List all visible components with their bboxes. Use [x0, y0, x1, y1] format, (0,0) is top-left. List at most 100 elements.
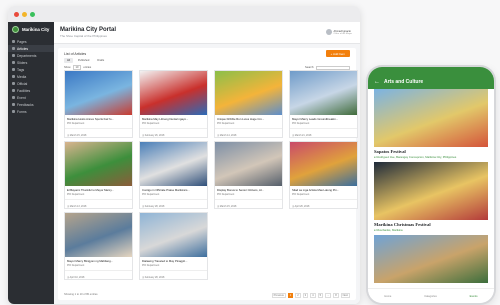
articles-panel: List of Articles + Add Item All Published… [58, 48, 358, 300]
page-subtitle: The Shoe Capital of the Philippines [60, 34, 107, 38]
article-department: PIO Department [292, 193, 310, 196]
article-card[interactable]: Dialawng Traveled to May Pinagpit... PIO … [139, 212, 208, 280]
sidebar-item-label: Official [17, 81, 28, 86]
user-menu[interactable]: Ahmad Ignacio Office of the Mayor [325, 29, 352, 35]
page-button[interactable]: 4 [310, 293, 316, 298]
article-card[interactable]: Marikina Hosts Annex Sports Fair fo... PI… [64, 70, 133, 138]
page-button[interactable]: 8 [333, 293, 339, 298]
article-photo [140, 213, 207, 257]
article-department: PIO Department [67, 264, 85, 267]
article-photo [65, 142, 132, 186]
sidebar-item-label: Sliders [17, 60, 28, 65]
sidebar-item-label: Event [17, 95, 26, 100]
article-date: ◷ March 14, 2018 [215, 128, 282, 137]
article-card[interactable]: Contigo in Officiale Praise Marikina's..… [139, 141, 208, 209]
article-photo [290, 71, 357, 115]
nav-item-icon [12, 54, 15, 57]
event-photo [374, 162, 488, 220]
sidebar-item-event[interactable]: Event [8, 94, 54, 101]
event-title[interactable]: Marikina Christmas Festival [368, 220, 494, 227]
browser-titlebar [8, 6, 360, 22]
sidebar-item-label: Feedbacks [17, 102, 34, 107]
nav-item-icon [12, 40, 15, 43]
articles-grid: Marikina Hosts Annex Sports Fair fo... PI… [64, 70, 360, 280]
topbar: Marikina City Portal The Shoe Capital of… [54, 22, 360, 44]
brand[interactable]: Marikina City [8, 26, 54, 38]
page-button[interactable]: 3 [302, 293, 309, 298]
sidebar-item-pages[interactable]: Pages [8, 38, 54, 45]
article-photo [65, 213, 132, 257]
sidebar-item-forms[interactable]: Forms [8, 108, 54, 115]
article-card[interactable]: Mayor Marcy Leads Groundbreakin... PIO De… [289, 70, 358, 138]
nav-item-icon [12, 47, 15, 50]
article-card[interactable]: Mayor Marcy Binigyan ng Mabilang... PIO D… [64, 212, 133, 280]
phone-event-item[interactable]: Marikina Christmas Festival ● Riverbanks,… [368, 162, 494, 235]
phone-nav-home[interactable]: Home [384, 295, 391, 298]
screenshot-stage: Marikina City Pages Articles Departments Sl… [0, 0, 500, 305]
article-card[interactable]: El Bayanic Thankful to Mayor Marcy... PIO… [64, 141, 133, 209]
page-button[interactable]: 5 [317, 293, 324, 298]
event-title[interactable]: Sapatos Festival [368, 147, 494, 154]
phone-title: Arts and Culture [384, 79, 424, 85]
page-title: Marikina City Portal [60, 27, 117, 33]
nav-item-icon [12, 96, 15, 99]
sidebar-item-tags[interactable]: Tags [8, 66, 54, 73]
phone-bottom-nav: Home Categories Events [368, 288, 494, 303]
article-date: ◷ March 21, 2018 [290, 128, 357, 137]
article-department: PIO Department [67, 122, 85, 125]
sidebar-item-articles[interactable]: Articles [8, 45, 54, 52]
article-card[interactable]: Display Bonus to Senior Citizens, Al... P… [214, 141, 283, 209]
search-input[interactable] [316, 65, 350, 70]
article-card[interactable]: Unique Dribble Run Lures Huge Cro... PIO … [214, 70, 283, 138]
article-date: ◷ February 28, 2018 [140, 199, 207, 208]
nav-item-icon [12, 75, 15, 78]
sidebar-item-label: Tags [17, 67, 25, 72]
sidebar-item-media[interactable]: Media [8, 73, 54, 80]
article-date: ◷ April 26, 2018 [290, 199, 357, 208]
nav-item-icon [12, 68, 15, 71]
nav-item-icon [12, 61, 15, 64]
search-label: Search: [305, 66, 314, 69]
page-button[interactable]: 1 [287, 293, 294, 298]
browser-window: Marikina City Pages Articles Departments Sl… [8, 6, 360, 304]
phone-event-item[interactable] [368, 235, 494, 283]
add-item-button[interactable]: + Add Item [325, 50, 350, 57]
phone-nav-categories[interactable]: Categories [424, 295, 437, 298]
sidebar-item-sliders[interactable]: Sliders [8, 59, 54, 66]
event-location: ● Rodriguez Ave, Barangay Concepcion, Ma… [374, 155, 457, 159]
article-card[interactable]: Marikina May Libreng Dental ngayo... PIO … [139, 70, 208, 138]
phone-event-item[interactable]: Sapatos Festival ● Rodriguez Ave, Baranga… [368, 89, 494, 162]
article-date: ◷ February 28, 2018 [140, 270, 207, 279]
page-button[interactable]: 2 [295, 293, 301, 298]
tab-drafts[interactable]: Drafts [94, 58, 107, 63]
page-button[interactable]: Previous [271, 293, 286, 298]
page-button[interactable]: ... [325, 293, 332, 298]
back-arrow-icon[interactable]: ← [374, 79, 380, 85]
sidebar-item-feedbacks[interactable]: Feedbacks [8, 101, 54, 108]
article-department: PIO Department [217, 122, 235, 125]
article-date: ◷ March 13, 2018 [65, 199, 132, 208]
sidebar-item-label: Departments [17, 53, 37, 58]
sidebar-item-official[interactable]: Official [8, 80, 54, 87]
article-photo [140, 142, 207, 186]
avatar [325, 29, 332, 35]
brand-name: Marikina City [22, 27, 50, 32]
tab-all[interactable]: All [64, 58, 73, 63]
sidebar-item-label: Articles [17, 46, 29, 51]
nav-item-icon [12, 89, 15, 92]
maximize-dot-icon[interactable] [30, 11, 35, 17]
sidebar-item-facilities[interactable]: Facilities [8, 87, 54, 94]
article-card[interactable]: Silad sa mga Artista Mas Lalong Pin... PI… [289, 141, 358, 209]
show-prefix: Show [64, 66, 71, 69]
show-suffix: entries [83, 66, 92, 69]
sidebar-item-departments[interactable]: Departments [8, 52, 54, 59]
phone-nav-events[interactable]: Events [470, 295, 478, 298]
close-dot-icon[interactable] [14, 11, 19, 17]
tab-published[interactable]: Published [75, 58, 92, 63]
panel-title: List of Articles [64, 52, 87, 56]
page-button[interactable]: Next [340, 293, 350, 298]
event-photo [374, 89, 488, 147]
phone-header: ← Arts and Culture [368, 67, 494, 89]
sidebar-item-label: Facilities [17, 88, 31, 93]
minimize-dot-icon[interactable] [22, 11, 27, 17]
